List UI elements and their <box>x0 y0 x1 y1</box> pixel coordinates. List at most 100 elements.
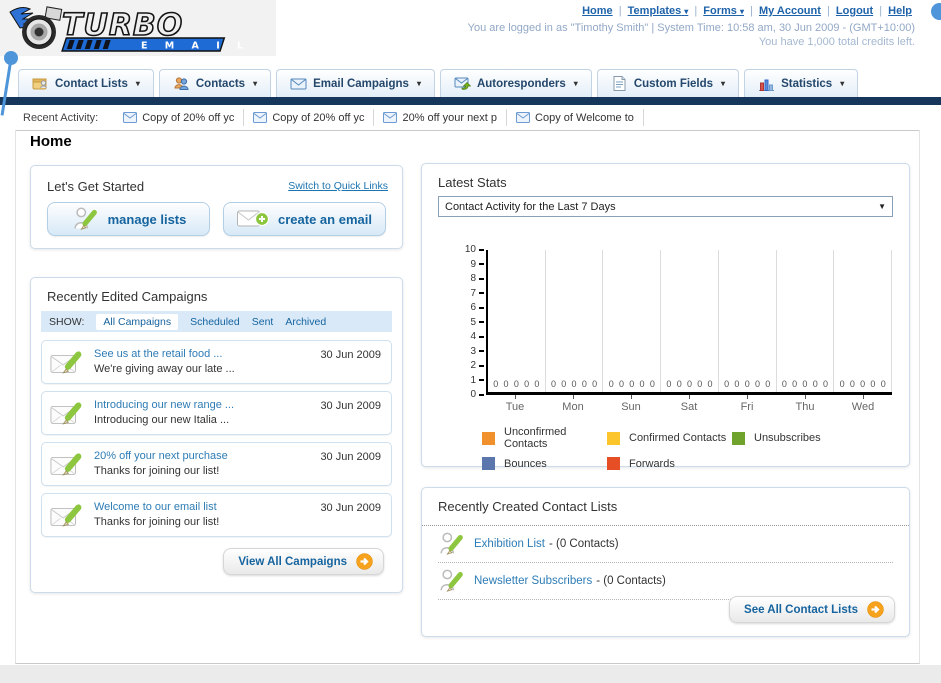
envelope-icon <box>253 112 268 123</box>
chart-day-group: 00000 <box>488 250 546 392</box>
envelope-icon <box>516 112 531 123</box>
envelope-pencil-icon <box>50 351 82 374</box>
statistics-icon <box>759 79 775 91</box>
view-all-campaigns-button[interactable]: View All Campaigns <box>223 548 384 575</box>
chart-x-label: Sun <box>602 395 660 413</box>
create-an-email-button[interactable]: create an email <box>223 202 386 236</box>
campaign-subtitle: Thanks for joining our list! <box>94 516 220 528</box>
chart-y-label: 9 <box>470 259 484 270</box>
contact-list-item[interactable]: Newsletter Subscribers - (0 Contacts) <box>438 563 893 600</box>
legend-swatch <box>732 431 745 445</box>
campaign-card[interactable]: 20% off your next purchase Thanks for joi… <box>41 442 392 486</box>
campaign-card[interactable]: See us at the retail food ... We're givin… <box>41 340 392 384</box>
arrow-circle-icon <box>867 601 884 618</box>
tab-dropdown-arrow-icon: ▾ <box>721 79 726 88</box>
chart-y-label: 1 <box>470 375 484 386</box>
nav-separator: | <box>879 5 883 17</box>
legend-item: Forwards <box>607 457 732 470</box>
tab-contact-lists[interactable]: Contact Lists ▾ <box>18 69 154 97</box>
tab-autoresponders[interactable]: Autoresponders ▾ <box>439 69 592 97</box>
recent-activity-item[interactable]: Copy of Welcome to <box>507 109 644 126</box>
latest-stats-title: Latest Stats <box>438 175 507 190</box>
chart-day-group: 00000 <box>603 250 662 392</box>
envelope-icon <box>383 112 398 123</box>
envelope-plus-icon <box>237 210 270 227</box>
recent-activity-item[interactable]: Copy of 20% off yc <box>244 109 375 126</box>
campaign-subtitle: Introducing our new Italia ... <box>94 414 230 426</box>
legend-swatch <box>482 431 495 445</box>
campaign-subtitle: We're giving away our late ... <box>94 363 235 375</box>
switch-to-quick-links[interactable]: Switch to Quick Links <box>288 180 388 192</box>
chart-y-label: 7 <box>470 288 484 299</box>
nav-divider-bar <box>0 97 941 105</box>
tab-statistics[interactable]: Statistics ▾ <box>744 69 859 97</box>
campaign-date: 30 Jun 2009 <box>320 502 381 514</box>
campaign-date: 30 Jun 2009 <box>320 349 381 361</box>
chart-plot: 00000000000000000000000000000000000 <box>486 250 893 395</box>
email-campaigns-icon <box>290 78 307 90</box>
dropdown-arrow-icon: ▾ <box>739 7 744 16</box>
dropdown-arrow-icon: ▾ <box>684 7 689 16</box>
chart-y-label: 8 <box>470 273 484 284</box>
tab-contacts[interactable]: Contacts ▾ <box>158 69 272 97</box>
stats-period-select[interactable]: Contact Activity for the Last 7 Days ▼ <box>438 196 893 217</box>
recent-activity-item[interactable]: 20% off your next p <box>374 109 508 126</box>
svg-text:E M A I L: E M A I L <box>141 41 250 52</box>
nav-link-templates[interactable]: Templates ▾ <box>628 5 689 17</box>
nav-separator: | <box>694 5 698 17</box>
chart-x-label: Tue <box>486 395 544 413</box>
nav-link-forms[interactable]: Forms ▾ <box>703 5 744 17</box>
envelope-pencil-icon <box>50 453 82 476</box>
tab-custom-fields[interactable]: Custom Fields ▾ <box>596 69 740 97</box>
chart-y-label: 6 <box>470 302 484 313</box>
chart-x-label: Wed <box>834 395 892 413</box>
legend-swatch <box>482 457 495 470</box>
chart-y-label: 0 <box>470 389 484 400</box>
page-title: Home <box>30 133 72 150</box>
chart-y-axis: 0 1 2 3 4 5 6 7 8 9 10 <box>438 244 484 400</box>
campaigns-title: Recently Edited Campaigns <box>47 289 208 304</box>
filter-sent[interactable]: Sent <box>252 316 274 328</box>
chart-y-label: 10 <box>465 244 484 255</box>
chart-day-group: 00000 <box>546 250 604 392</box>
envelope-pencil-icon <box>50 504 82 527</box>
legend-item: Unsubscribes <box>732 426 857 450</box>
filter-all-campaigns[interactable]: All Campaigns <box>96 313 179 330</box>
nav-link-my-account[interactable]: My Account <box>759 5 821 17</box>
recently-created-contact-lists-panel: Recently Created Contact Lists Exhibitio… <box>421 487 910 637</box>
nav-link-logout[interactable]: Logout <box>836 5 873 17</box>
envelope-pencil-icon <box>50 402 82 425</box>
filter-scheduled[interactable]: Scheduled <box>190 316 240 328</box>
nav-link-home[interactable]: Home <box>582 5 613 17</box>
recent-activity-item[interactable]: Copy of 20% off yc <box>114 109 245 126</box>
callout-line <box>0 61 12 116</box>
contacts-icon <box>174 77 189 90</box>
tab-dropdown-arrow-icon: ▾ <box>416 79 421 88</box>
chart-day-group: 00000 <box>777 250 835 392</box>
contact-list-item[interactable]: Exhibition List - (0 Contacts) <box>438 526 893 563</box>
tab-dropdown-arrow-icon: ▾ <box>253 79 258 88</box>
chart-y-label: 4 <box>470 331 484 342</box>
chart-x-label: Sat <box>660 395 718 413</box>
custom-fields-icon <box>613 76 626 91</box>
nav-separator: | <box>750 5 753 17</box>
campaign-card[interactable]: Welcome to our email list Thanks for join… <box>41 493 392 537</box>
chart-y-label: 3 <box>470 346 484 357</box>
top-nav: Home | Templates ▾ | Forms ▾ | My Accoun… <box>579 5 915 17</box>
contact-list-link[interactable]: Newsletter Subscribers <box>474 575 592 587</box>
tab-email-campaigns[interactable]: Email Campaigns ▾ <box>276 69 435 97</box>
campaign-date: 30 Jun 2009 <box>320 451 381 463</box>
manage-lists-button[interactable]: manage lists <box>47 202 210 236</box>
filter-archived[interactable]: Archived <box>285 316 326 328</box>
turbo-email-dashboard: TURBO E M A I L Home | Templates ▾ | For… <box>0 0 941 683</box>
person-pencil-icon <box>440 532 463 555</box>
chart-x-label: Fri <box>718 395 776 413</box>
see-all-contact-lists-button[interactable]: See All Contact Lists <box>729 596 895 623</box>
contact-list-link[interactable]: Exhibition List <box>474 538 545 550</box>
chart-day-group: 00000 <box>661 250 719 392</box>
envelope-icon <box>123 112 138 123</box>
nav-link-help[interactable]: Help <box>888 5 912 17</box>
contact-lists-title: Recently Created Contact Lists <box>438 499 618 514</box>
show-label: SHOW: <box>49 315 85 328</box>
campaign-card[interactable]: Introducing our new range ... Introducing… <box>41 391 392 435</box>
